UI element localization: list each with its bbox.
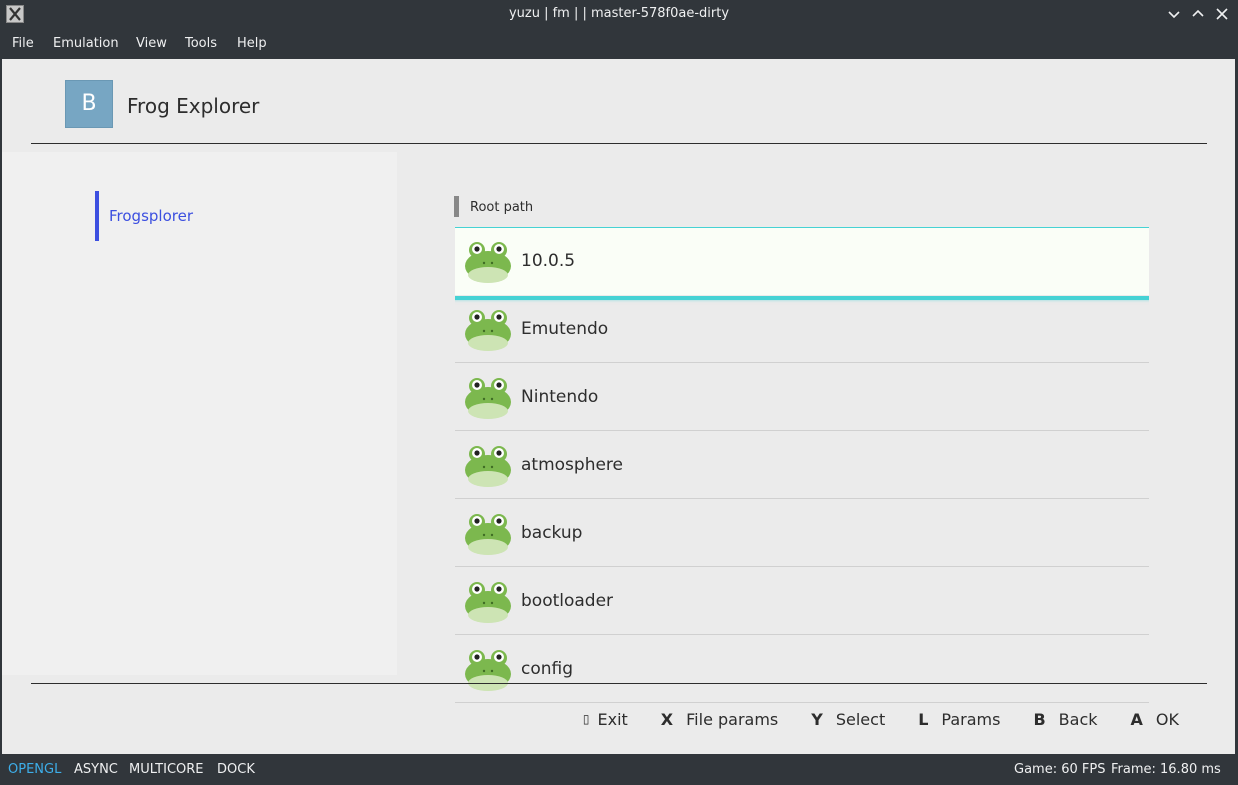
plus-button-icon: ▯ [582, 712, 590, 726]
frog-icon [465, 378, 511, 419]
list-item[interactable]: bootloader [455, 567, 1149, 635]
l-button-icon: L [918, 709, 929, 729]
list-item-label: 10.0.5 [521, 251, 576, 271]
a-button-icon: A [1130, 709, 1143, 729]
list-item[interactable]: backup [455, 499, 1149, 567]
app-title: Frog Explorer [127, 94, 260, 118]
hint-select[interactable]: Y Select [811, 710, 885, 729]
window-titlebar: yuzu | fm | | master-578f0ae-dirty [0, 0, 1238, 29]
frog-icon [465, 242, 511, 283]
render-canvas: B Frog Explorer Frogsplorer Root path 10… [2, 59, 1235, 754]
list-item[interactable]: config [455, 635, 1149, 703]
menu-tools[interactable]: Tools [185, 36, 217, 51]
menu-bar: File Emulation View Tools Help [0, 29, 1238, 59]
frog-icon [465, 310, 511, 351]
status-dock[interactable]: DOCK [217, 762, 255, 777]
status-renderer-opengl[interactable]: OPENGL [8, 762, 61, 777]
maximize-icon[interactable] [1189, 5, 1207, 23]
list-item[interactable]: atmosphere [455, 431, 1149, 499]
menu-help[interactable]: Help [237, 36, 267, 51]
hint-back[interactable]: B Back [1033, 710, 1097, 729]
b-button-icon: B [1033, 709, 1046, 729]
frog-icon [465, 446, 511, 487]
footer-divider [31, 683, 1207, 684]
app-logo: B [65, 80, 113, 128]
status-fps: Game: 60 FPS [1014, 762, 1106, 777]
list-item[interactable]: Nintendo [455, 363, 1149, 431]
list-item-label: config [521, 659, 574, 679]
file-list: 10.0.5 Emutendo Nintendo atmosphere back… [455, 227, 1149, 743]
status-bar: OPENGL ASYNC MULTICORE DOCK Game: 60 FPS… [0, 755, 1238, 785]
hint-label: File params [686, 709, 779, 729]
list-item-label: backup [521, 523, 583, 543]
active-tab-indicator [95, 191, 99, 241]
status-frametime: Frame: 16.80 ms [1111, 762, 1221, 777]
sidebar: Frogsplorer [2, 152, 397, 675]
menu-file[interactable]: File [12, 36, 34, 51]
window-title: yuzu | fm | | master-578f0ae-dirty [508, 6, 730, 21]
list-item-label: Nintendo [521, 387, 599, 407]
button-hints: ▯ Exit X File params Y Select L Params B… [550, 707, 1179, 731]
list-item[interactable]: 10.0.5 [455, 227, 1149, 300]
hint-label: OK [1155, 709, 1179, 729]
header-divider [31, 143, 1207, 144]
menu-view[interactable]: View [136, 36, 167, 51]
frog-icon [465, 582, 511, 623]
frog-icon [465, 650, 511, 691]
frog-icon [465, 514, 511, 555]
y-button-icon: Y [811, 709, 823, 729]
section-header-label: Root path [470, 200, 534, 215]
status-multicore[interactable]: MULTICORE [129, 762, 204, 777]
hint-params[interactable]: L Params [918, 710, 1000, 729]
close-icon[interactable] [1213, 5, 1231, 23]
list-item-label: Emutendo [521, 319, 609, 339]
sidebar-item-label: Frogsplorer [109, 207, 193, 225]
menu-emulation[interactable]: Emulation [53, 36, 119, 51]
list-item-label: bootloader [521, 591, 614, 611]
sidebar-item-frogsplorer[interactable]: Frogsplorer [95, 191, 295, 241]
section-header-bar [454, 196, 459, 217]
list-item-label: atmosphere [521, 455, 623, 475]
hint-label: Params [941, 709, 1001, 729]
x-button-icon: X [660, 709, 674, 729]
list-item[interactable]: Emutendo [455, 295, 1149, 363]
hint-label: Back [1058, 709, 1098, 729]
hint-label: Select [835, 709, 886, 729]
hint-file-params[interactable]: X File params [661, 710, 778, 729]
hint-label: Exit [597, 709, 628, 729]
hint-exit[interactable]: ▯ Exit [583, 710, 628, 729]
status-async[interactable]: ASYNC [74, 762, 118, 777]
minimize-icon[interactable] [1165, 5, 1183, 23]
hint-ok[interactable]: A OK [1131, 710, 1179, 729]
row-divider [455, 702, 1149, 703]
